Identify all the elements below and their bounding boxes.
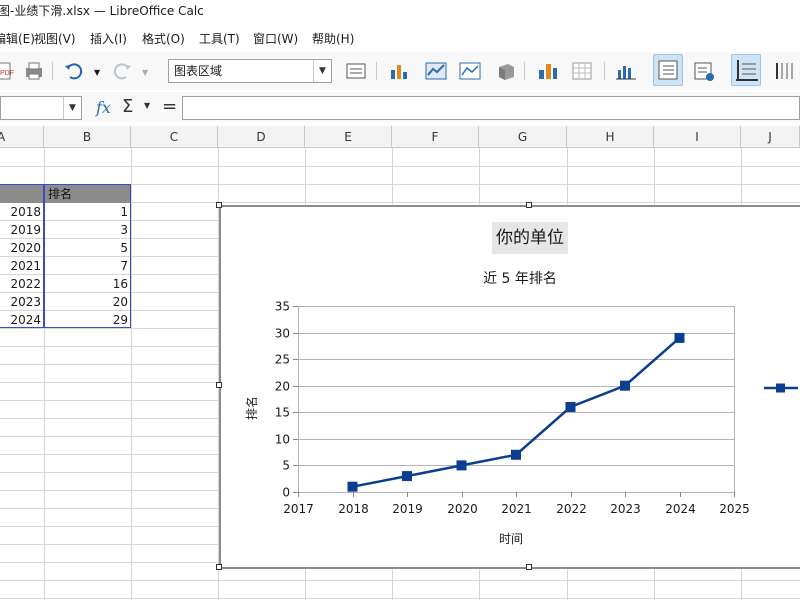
name-box[interactable]: ▼ (0, 96, 82, 120)
column-header-label: D (256, 130, 266, 144)
chart-toolbar: PDF ▼ ▼ (0, 52, 800, 90)
legend-toggle-icon[interactable] (653, 54, 683, 86)
sum-button[interactable]: Σ (122, 96, 133, 117)
export-pdf-icon[interactable]: PDF (0, 60, 16, 82)
column-header-label: B (82, 130, 92, 144)
chart-element-select-value: 图表区域 (174, 64, 223, 78)
format-selection-icon[interactable] (344, 60, 368, 82)
cell-year[interactable]: 2019 (0, 221, 44, 239)
cell-year[interactable]: 2024 (0, 311, 44, 329)
formula-input[interactable] (182, 96, 800, 120)
column-header-b[interactable]: B (44, 126, 131, 148)
redo-icon (110, 60, 134, 82)
column-header-e[interactable]: E (305, 126, 392, 148)
column-header-label: I (695, 130, 699, 144)
formula-bar: ▼ fx Σ ▼ = (0, 92, 800, 122)
column-header-label: E (344, 130, 352, 144)
cell-rank[interactable]: 3 (45, 221, 131, 239)
cell-rank[interactable]: 1 (45, 203, 131, 221)
column-header-g[interactable]: G (479, 126, 567, 148)
column-header-h[interactable]: H (567, 126, 654, 148)
svg-text:PDF: PDF (0, 70, 14, 77)
header-cell-a[interactable] (0, 185, 44, 203)
column-header-d[interactable]: D (218, 126, 305, 148)
window-title: 线图-业绩下滑.xlsx — LibreOffice Calc (0, 4, 204, 18)
undo-icon[interactable] (62, 60, 86, 82)
column-header-f[interactable]: F (392, 126, 479, 148)
chart-main-title[interactable]: 你的单位 (492, 222, 568, 254)
chart-type-icon[interactable] (388, 60, 412, 82)
column-header-label: F (431, 130, 439, 144)
undo-dropdown-icon[interactable]: ▼ (94, 68, 100, 77)
cell-rank[interactable]: 20 (45, 293, 131, 311)
cell-rank[interactable]: 29 (45, 311, 131, 329)
menu-insert[interactable]: 插入(I) (90, 28, 127, 50)
cell-year[interactable]: 2020 (0, 239, 44, 257)
chart-wall-icon[interactable] (536, 60, 560, 82)
horizontal-grid-icon[interactable] (614, 60, 638, 82)
chart-data-range-icon[interactable] (424, 60, 448, 82)
menu-edit[interactable]: 编辑(E) (0, 28, 35, 50)
data-table-icon[interactable] (458, 60, 482, 82)
resize-handle[interactable] (216, 564, 222, 570)
sum-dropdown-icon[interactable]: ▼ (144, 101, 150, 110)
cell-rank[interactable]: 5 (45, 239, 131, 257)
column-header-c[interactable]: C (131, 126, 218, 148)
print-icon[interactable] (22, 60, 46, 82)
text-scaling-icon[interactable] (731, 54, 761, 86)
menu-bar: 编辑(E) 视图(V) 插入(I) 格式(O) 工具(T) 窗口(W) 帮助(H… (0, 28, 800, 50)
menu-tools[interactable]: 工具(T) (199, 28, 240, 50)
chart-element-select[interactable]: 图表区域 ▼ (168, 59, 332, 83)
column-header-label: H (605, 130, 615, 144)
window-title-bar: 线图-业绩下滑.xlsx — LibreOffice Calc (0, 0, 800, 22)
column-header-a[interactable]: A (0, 126, 44, 148)
resize-handle[interactable] (526, 564, 532, 570)
resize-handle[interactable] (216, 202, 222, 208)
menu-format[interactable]: 格式(O) (142, 28, 185, 50)
axis-icon[interactable] (772, 60, 796, 82)
menu-help[interactable]: 帮助(H) (312, 28, 354, 50)
chart-object[interactable] (219, 205, 800, 569)
menu-view[interactable]: 视图(V) (34, 28, 76, 50)
column-header-label: A (0, 130, 6, 144)
cell-year[interactable]: 2023 (0, 293, 44, 311)
column-header-label: C (169, 130, 179, 144)
chart-subtitle[interactable]: 近 5 年排名 (0, 268, 800, 288)
cell-year[interactable]: 2018 (0, 203, 44, 221)
menu-window[interactable]: 窗口(W) (253, 28, 298, 50)
resize-handle[interactable] (216, 382, 222, 388)
column-header-label: G (517, 130, 528, 144)
legend-series-marker[interactable] (764, 382, 800, 394)
resize-handle[interactable] (526, 202, 532, 208)
column-header-i[interactable]: I (654, 126, 741, 148)
legend-icon[interactable] (692, 60, 716, 82)
header-cell-rank[interactable]: 排名 (45, 185, 131, 203)
chevron-down-icon[interactable]: ▼ (63, 97, 81, 119)
column-header-j[interactable]: J (741, 126, 800, 148)
formula-button[interactable]: = (162, 96, 177, 117)
chevron-down-icon[interactable]: ▼ (313, 60, 331, 82)
redo-dropdown-icon: ▼ (142, 68, 149, 77)
chart-area-icon[interactable] (570, 60, 594, 82)
3d-view-icon (494, 60, 518, 82)
function-wizard-button[interactable]: fx (96, 98, 111, 117)
column-header-label: J (768, 130, 772, 144)
